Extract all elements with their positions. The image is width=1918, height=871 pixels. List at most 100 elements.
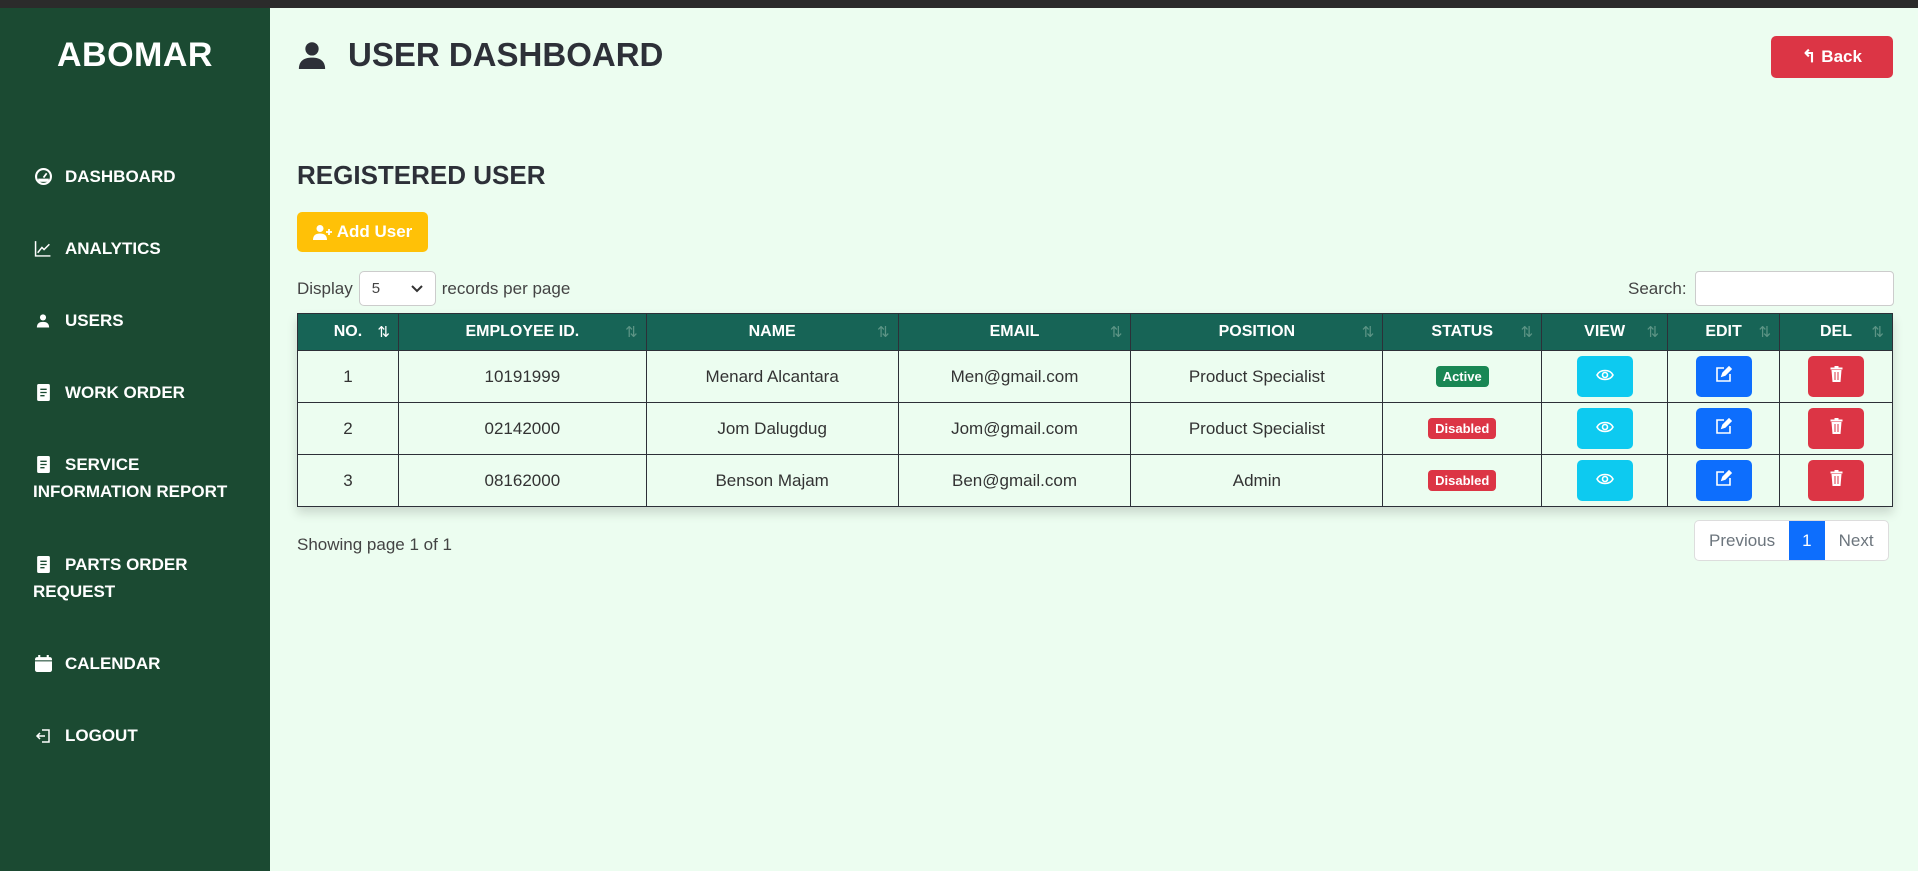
- cell-status: Disabled: [1382, 402, 1543, 455]
- column-header[interactable]: NO. ⇅: [297, 313, 399, 351]
- records-per-page-select[interactable]: 5: [358, 271, 436, 306]
- cell-view: [1541, 454, 1669, 507]
- sort-icon: ⇅: [876, 324, 890, 341]
- table-row: 3 08162000 Benson Majam Ben@gmail.com Ad…: [297, 454, 1893, 507]
- column-header[interactable]: DEL ⇅: [1779, 313, 1893, 351]
- back-label: Back: [1821, 47, 1862, 66]
- add-user-button[interactable]: Add User: [297, 212, 428, 252]
- view-button[interactable]: [1576, 460, 1633, 501]
- column-label: DEL: [1820, 323, 1852, 340]
- column-label: STATUS: [1431, 323, 1494, 340]
- column-header[interactable]: VIEW ⇅: [1541, 313, 1669, 351]
- sidebar-item-work-order[interactable]: WORK ORDER: [33, 379, 185, 406]
- table-row: 1 10191999 Menard Alcantara Men@gmail.co…: [297, 350, 1893, 403]
- next-button[interactable]: Next: [1825, 521, 1888, 560]
- back-button[interactable]: ↰ Back: [1771, 36, 1893, 78]
- cell-edit: [1667, 454, 1781, 507]
- sidebar-item-label: PARTS ORDER REQUEST: [33, 555, 188, 601]
- records-per-page: Display 5 records per page: [297, 271, 570, 306]
- section-title: REGISTERED USER: [297, 160, 546, 190]
- search-input[interactable]: [1694, 271, 1894, 306]
- status-badge: Disabled: [1428, 418, 1497, 439]
- column-label: VIEW: [1584, 323, 1626, 340]
- browser-top-bar: [0, 0, 1918, 8]
- cell-edit: [1667, 402, 1781, 455]
- cell-status: Disabled: [1382, 454, 1543, 507]
- trash-icon: [1830, 470, 1843, 491]
- cell-no: 1: [297, 350, 399, 403]
- sidebar-item-analytics[interactable]: ANALYTICS: [33, 235, 161, 262]
- sidebar-item-logout[interactable]: LOGOUT: [33, 722, 138, 749]
- add-user-label: Add User: [336, 222, 413, 241]
- cell-position: Product Specialist: [1130, 350, 1384, 403]
- sidebar-item-parts-order-request[interactable]: PARTS ORDER REQUEST: [33, 551, 203, 605]
- chart-line-icon: [33, 235, 53, 262]
- edit-icon: [1715, 469, 1732, 491]
- back-arrow-icon: ↰: [1802, 47, 1817, 66]
- column-label: NO.: [333, 323, 363, 340]
- sort-icon: ⇅: [1361, 324, 1375, 341]
- previous-button[interactable]: Previous: [1695, 521, 1789, 560]
- sort-icon: ⇅: [1520, 324, 1534, 341]
- column-header[interactable]: NAME ⇅: [645, 313, 899, 351]
- column-header[interactable]: POSITION ⇅: [1130, 313, 1384, 351]
- column-header[interactable]: EMAIL ⇅: [897, 313, 1132, 351]
- search: Search:: [1628, 271, 1894, 306]
- table-row: 2 02142000 Jom Dalugdug Jom@gmail.com Pr…: [297, 402, 1893, 455]
- column-label: NAME: [748, 323, 796, 340]
- column-label: EMPLOYEE ID.: [465, 323, 580, 340]
- delete-button[interactable]: [1808, 408, 1864, 449]
- user-icon: [33, 307, 53, 334]
- document-icon: [33, 379, 53, 406]
- sort-icon: ⇅: [1758, 324, 1772, 341]
- cell-employee-id: 10191999: [397, 350, 647, 403]
- column-header[interactable]: EDIT ⇅: [1667, 313, 1781, 351]
- page-1-button[interactable]: 1: [1789, 521, 1825, 560]
- cell-del: [1779, 350, 1893, 403]
- edit-button[interactable]: [1695, 408, 1752, 449]
- cell-no: 2: [297, 402, 399, 455]
- logout-icon: [33, 722, 53, 749]
- eye-icon: [1595, 367, 1614, 387]
- edit-button[interactable]: [1695, 356, 1752, 397]
- sidebar-item-label: USERS: [65, 311, 124, 330]
- chevron-down-icon: [411, 280, 423, 297]
- sort-icon: ⇅: [625, 324, 638, 341]
- sort-icon: ⇅: [1871, 324, 1884, 341]
- sidebar-item-users[interactable]: USERS: [33, 307, 124, 334]
- eye-icon: [1595, 419, 1614, 439]
- sidebar-item-calendar[interactable]: CALENDAR: [33, 650, 160, 677]
- calendar-icon: [33, 650, 53, 677]
- cell-view: [1541, 350, 1669, 403]
- cell-status: Active: [1382, 350, 1543, 403]
- search-label: Search:: [1628, 278, 1687, 298]
- sidebar-item-label: WORK ORDER: [65, 383, 185, 402]
- status-badge: Active: [1435, 366, 1489, 387]
- logo: ABOMAR: [57, 36, 213, 74]
- page-title-text: USER DASHBOARD: [348, 36, 664, 73]
- sidebar-item-dashboard[interactable]: DASHBOARD: [33, 163, 176, 190]
- column-header[interactable]: EMPLOYEE ID. ⇅: [397, 313, 647, 351]
- cell-edit: [1667, 350, 1781, 403]
- view-button[interactable]: [1576, 408, 1633, 449]
- cell-del: [1779, 454, 1893, 507]
- cell-email: Men@gmail.com: [897, 350, 1132, 403]
- sidebar-item-service-information-report[interactable]: SERVICE INFORMATION REPORT: [33, 451, 243, 505]
- user-plus-icon: [312, 225, 332, 240]
- pagination: Previous 1 Next: [1694, 520, 1889, 561]
- cell-email: Jom@gmail.com: [897, 402, 1132, 455]
- cell-view: [1541, 402, 1669, 455]
- delete-button[interactable]: [1808, 356, 1864, 397]
- trash-icon: [1830, 418, 1843, 439]
- cell-employee-id: 08162000: [397, 454, 647, 507]
- cell-name: Benson Majam: [645, 454, 899, 507]
- document-icon: [33, 451, 53, 478]
- column-header[interactable]: STATUS ⇅: [1382, 313, 1543, 351]
- edit-button[interactable]: [1695, 460, 1752, 501]
- sidebar-item-label: ANALYTICS: [65, 239, 161, 258]
- edit-icon: [1715, 417, 1732, 439]
- column-label: POSITION: [1218, 323, 1296, 340]
- view-button[interactable]: [1576, 356, 1633, 397]
- sort-icon: ⇅: [377, 324, 390, 341]
- delete-button[interactable]: [1808, 460, 1864, 501]
